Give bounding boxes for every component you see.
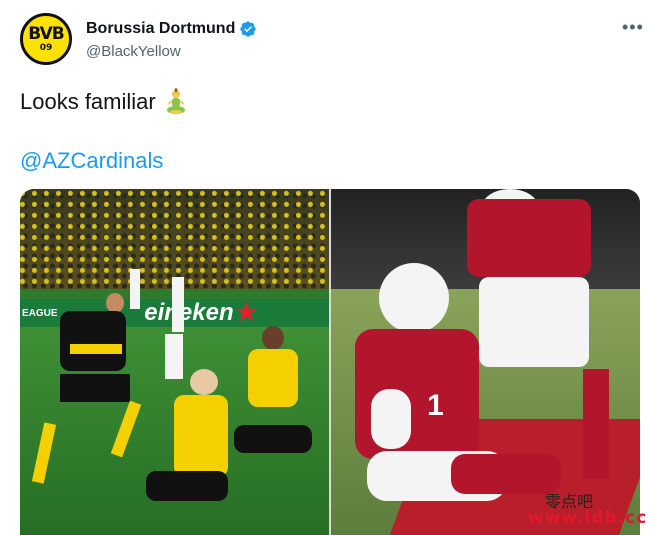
player-5-jersey-number: 1: [427, 389, 444, 422]
tweet-text: Looks familiar: [20, 88, 187, 116]
player-2-head: [190, 369, 218, 395]
player-3-shirt: [248, 349, 298, 407]
player-1-head: [106, 293, 124, 313]
player-4-pants: [479, 277, 589, 367]
player-bg-3: [165, 334, 183, 379]
player-1-shorts: [60, 374, 130, 402]
watermark: www.ldb.cc: [528, 508, 648, 528]
person-meditating-icon: [166, 88, 185, 114]
verified-badge-icon: [240, 21, 257, 37]
mention-link[interactable]: @AZCardinals: [20, 148, 163, 174]
tweet-card[interactable]: BVB 09 Borussia Dortmund @BlackYellow ••…: [0, 0, 649, 535]
player-5-arm-left: [371, 389, 411, 449]
star-icon: ★: [235, 299, 258, 326]
adboard-league-text: EAGUE: [22, 307, 58, 319]
player-1-shirt: [60, 311, 126, 371]
photo-football-celebration[interactable]: EAGUE eineken★: [20, 189, 329, 535]
player-bg-2: [172, 277, 184, 332]
player-4-jersey: [467, 199, 591, 277]
avatar-logo-text: BVB: [28, 23, 64, 44]
author-name-row[interactable]: Borussia Dortmund: [86, 20, 257, 38]
adboard-brand-text: eineken: [144, 299, 234, 326]
media-grid[interactable]: EAGUE eineken★ 1 零点吧: [20, 189, 640, 535]
avatar[interactable]: BVB 09: [20, 13, 72, 65]
user-handle[interactable]: @BlackYellow: [86, 43, 181, 60]
display-name[interactable]: Borussia Dortmund: [86, 20, 235, 38]
avatar-logo-year: 09: [39, 42, 53, 53]
player-5-helmet: [379, 263, 449, 333]
player-3-shorts: [234, 425, 312, 453]
player-4-leg: [583, 369, 609, 479]
player-3-head: [262, 326, 284, 350]
player-2-shirt: [174, 395, 228, 477]
stadium-crowd: [20, 189, 329, 289]
player-2-shorts: [146, 471, 228, 501]
more-options-icon[interactable]: •••: [622, 17, 644, 38]
tweet-body: Looks familiar: [20, 89, 156, 114]
player-bg-1: [130, 269, 140, 309]
photo-nfl-celebration[interactable]: 1: [331, 189, 640, 535]
player-1-shirt-band: [70, 344, 122, 354]
